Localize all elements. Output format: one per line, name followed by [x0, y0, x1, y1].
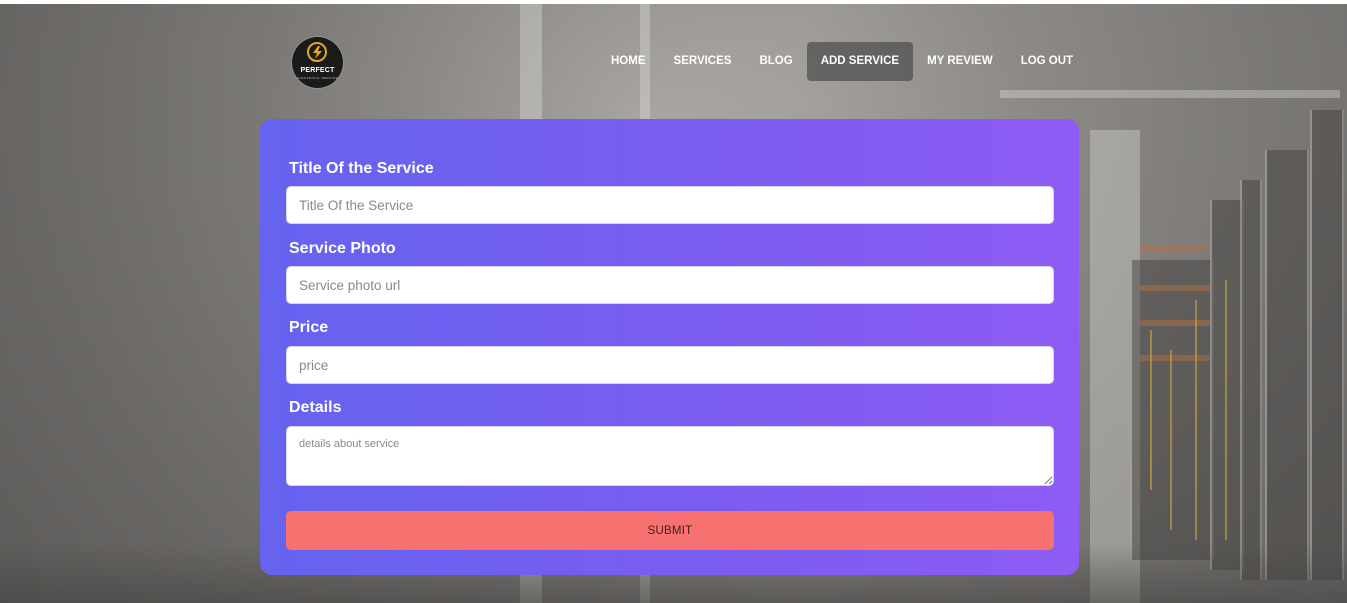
lightning-bolt-icon: [307, 42, 327, 62]
photo-url-input[interactable]: [286, 266, 1054, 304]
nav-home[interactable]: HOME: [597, 42, 660, 81]
brand-logo[interactable]: PERFECT ELECTRICAL SERVICE: [292, 37, 343, 88]
details-textarea[interactable]: [286, 426, 1054, 486]
page: PERFECT ELECTRICAL SERVICE HOME SERVICES…: [0, 0, 1347, 603]
submit-button[interactable]: SUBMIT: [286, 511, 1054, 550]
nav-services[interactable]: SERVICES: [660, 42, 746, 81]
price-label: Price: [289, 319, 329, 336]
nav-log-out[interactable]: LOG OUT: [1007, 42, 1087, 81]
title-input[interactable]: [286, 186, 1054, 224]
price-input[interactable]: [286, 346, 1054, 384]
title-label: Title Of the Service: [289, 160, 434, 177]
photo-label: Service Photo: [289, 240, 396, 257]
nav-my-review[interactable]: MY REVIEW: [913, 42, 1007, 81]
add-service-form: Title Of the Service Service Photo Price…: [260, 119, 1079, 575]
details-label: Details: [289, 399, 342, 416]
logo-subtext: ELECTRICAL SERVICE: [296, 76, 339, 80]
nav-blog[interactable]: BLOG: [745, 42, 806, 81]
main-nav: HOME SERVICES BLOG ADD SERVICE MY REVIEW…: [597, 42, 1087, 81]
nav-add-service[interactable]: ADD SERVICE: [806, 42, 914, 81]
top-border: [0, 0, 1347, 4]
logo-text: PERFECT: [300, 67, 335, 74]
